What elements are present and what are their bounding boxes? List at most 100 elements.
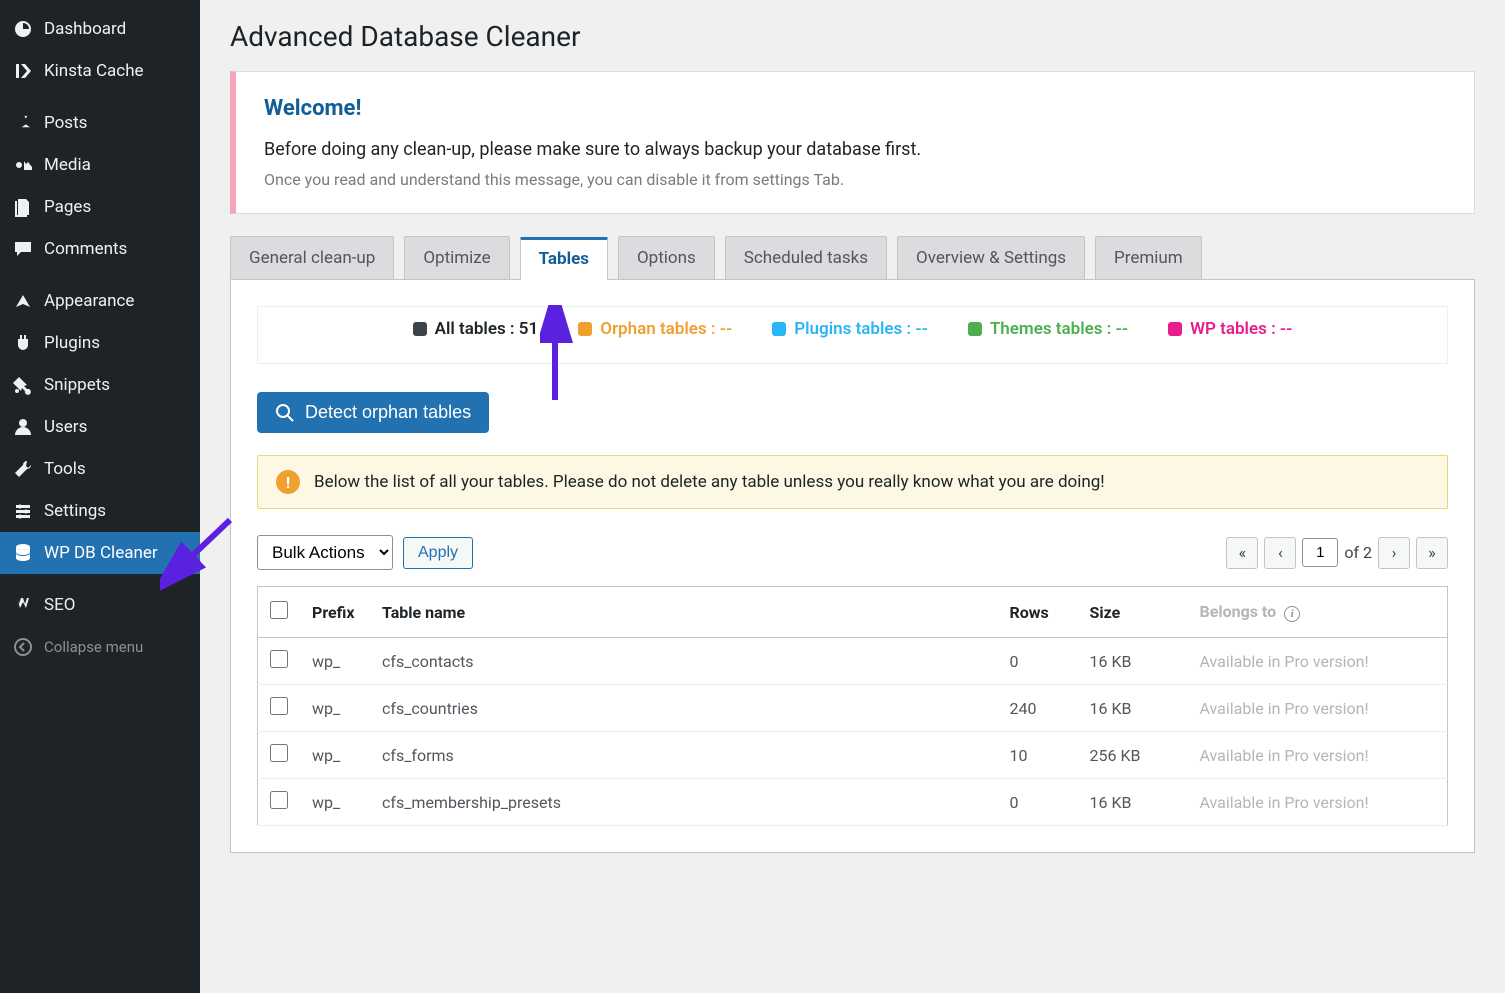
cell-belongs: Available in Pro version!: [1188, 685, 1448, 732]
sidebar-collapse[interactable]: Collapse menu: [0, 626, 200, 668]
tables-table: Prefix Table name Rows Size Belongs to i…: [257, 586, 1448, 826]
th-rows[interactable]: Rows: [998, 587, 1078, 638]
tab-tables[interactable]: Tables: [520, 237, 608, 280]
detect-orphan-button[interactable]: Detect orphan tables: [257, 392, 489, 433]
page-next-button[interactable]: ›: [1378, 537, 1410, 569]
select-all-checkbox[interactable]: [270, 601, 288, 619]
square-icon: [772, 322, 786, 336]
cell-name: cfs_membership_presets: [370, 779, 998, 826]
table-row: wp_ cfs_contacts 0 16 KB Available in Pr…: [258, 638, 1448, 685]
appearance-icon: [12, 290, 34, 312]
main-content: Advanced Database Cleaner Welcome! Befor…: [200, 0, 1505, 993]
seo-icon: [12, 594, 34, 616]
users-icon: [12, 416, 34, 438]
row-checkbox[interactable]: [270, 744, 288, 762]
cell-size: 16 KB: [1078, 779, 1188, 826]
pin-icon: [12, 112, 34, 134]
sidebar-label: Appearance: [44, 291, 134, 311]
sidebar-label: SEO: [44, 595, 75, 615]
plugins-icon: [12, 332, 34, 354]
page-title: Advanced Database Cleaner: [230, 20, 1475, 53]
tab-content: All tables : 51 Orphan tables : -- Plugi…: [230, 280, 1475, 853]
page-first-button[interactable]: «: [1226, 537, 1258, 569]
sidebar-label: Kinsta Cache: [44, 61, 144, 81]
tab-general-cleanup[interactable]: General clean-up: [230, 236, 394, 279]
sidebar-item-users[interactable]: Users: [0, 406, 200, 448]
cell-rows: 0: [998, 638, 1078, 685]
page-last-button[interactable]: »: [1416, 537, 1448, 569]
sidebar-item-snippets[interactable]: Snippets: [0, 364, 200, 406]
sidebar-item-media[interactable]: Media: [0, 144, 200, 186]
th-size[interactable]: Size: [1078, 587, 1188, 638]
tab-premium[interactable]: Premium: [1095, 236, 1202, 279]
sidebar-label: Comments: [44, 239, 127, 259]
cell-prefix: wp_: [300, 732, 370, 779]
filter-themes-tables[interactable]: Themes tables : --: [968, 319, 1128, 339]
page-prev-button[interactable]: ‹: [1264, 537, 1296, 569]
sidebar-label: WP DB Cleaner: [44, 543, 158, 563]
warning-box: ! Below the list of all your tables. Ple…: [257, 455, 1448, 509]
sidebar-item-tools[interactable]: Tools: [0, 448, 200, 490]
th-prefix[interactable]: Prefix: [300, 587, 370, 638]
sidebar-label: Snippets: [44, 375, 110, 395]
bulk-actions-select[interactable]: Bulk Actions: [257, 535, 393, 570]
cell-rows: 240: [998, 685, 1078, 732]
actions-row: Bulk Actions Apply « ‹ of 2 › »: [257, 535, 1448, 570]
filter-wp-tables[interactable]: WP tables : --: [1168, 319, 1292, 339]
sidebar-label: Plugins: [44, 333, 100, 353]
search-icon: [275, 403, 295, 423]
kinsta-icon: [12, 60, 34, 82]
sidebar-item-posts[interactable]: Posts: [0, 102, 200, 144]
collapse-icon: [12, 636, 34, 658]
row-checkbox[interactable]: [270, 650, 288, 668]
filter-orphan-tables[interactable]: Orphan tables : --: [578, 319, 732, 339]
filter-label: WP tables : --: [1190, 319, 1292, 339]
table-row: wp_ cfs_membership_presets 0 16 KB Avail…: [258, 779, 1448, 826]
tab-optimize[interactable]: Optimize: [404, 236, 509, 279]
row-checkbox[interactable]: [270, 791, 288, 809]
sidebar-item-dashboard[interactable]: Dashboard: [0, 8, 200, 50]
sidebar-label: Tools: [44, 459, 86, 479]
sidebar-item-settings[interactable]: Settings: [0, 490, 200, 532]
square-icon: [413, 322, 427, 336]
sidebar-item-kinsta[interactable]: Kinsta Cache: [0, 50, 200, 92]
cell-belongs: Available in Pro version!: [1188, 638, 1448, 685]
admin-sidebar: Dashboard Kinsta Cache Posts Media Pages…: [0, 0, 200, 993]
square-icon: [968, 322, 982, 336]
tab-overview-settings[interactable]: Overview & Settings: [897, 236, 1085, 279]
page-current-input[interactable]: [1302, 538, 1338, 567]
apply-button[interactable]: Apply: [403, 537, 473, 569]
tab-options[interactable]: Options: [618, 236, 715, 279]
sidebar-item-appearance[interactable]: Appearance: [0, 280, 200, 322]
tab-scheduled-tasks[interactable]: Scheduled tasks: [725, 236, 887, 279]
cell-rows: 10: [998, 732, 1078, 779]
square-icon: [578, 322, 592, 336]
th-belongs[interactable]: Belongs to i: [1188, 587, 1448, 638]
square-icon: [1168, 322, 1182, 336]
row-checkbox[interactable]: [270, 697, 288, 715]
warning-text: Below the list of all your tables. Pleas…: [314, 472, 1105, 492]
sidebar-item-plugins[interactable]: Plugins: [0, 322, 200, 364]
filter-label: Orphan tables : --: [600, 319, 732, 339]
pages-icon: [12, 196, 34, 218]
cell-prefix: wp_: [300, 638, 370, 685]
sidebar-item-comments[interactable]: Comments: [0, 228, 200, 270]
filter-all-tables[interactable]: All tables : 51: [413, 319, 539, 339]
cell-prefix: wp_: [300, 779, 370, 826]
settings-icon: [12, 500, 34, 522]
filter-plugins-tables[interactable]: Plugins tables : --: [772, 319, 928, 339]
sidebar-label: Settings: [44, 501, 106, 521]
th-name[interactable]: Table name: [370, 587, 998, 638]
comments-icon: [12, 238, 34, 260]
cell-size: 16 KB: [1078, 685, 1188, 732]
sidebar-item-seo[interactable]: SEO: [0, 584, 200, 626]
welcome-heading: Welcome!: [264, 96, 1446, 121]
sidebar-label: Media: [44, 155, 91, 175]
sidebar-label: Users: [44, 417, 87, 437]
sidebar-item-wpdbcleaner[interactable]: WP DB Cleaner: [0, 532, 200, 574]
sidebar-item-pages[interactable]: Pages: [0, 186, 200, 228]
cell-name: cfs_contacts: [370, 638, 998, 685]
dashboard-icon: [12, 18, 34, 40]
cell-size: 256 KB: [1078, 732, 1188, 779]
database-icon: [12, 542, 34, 564]
